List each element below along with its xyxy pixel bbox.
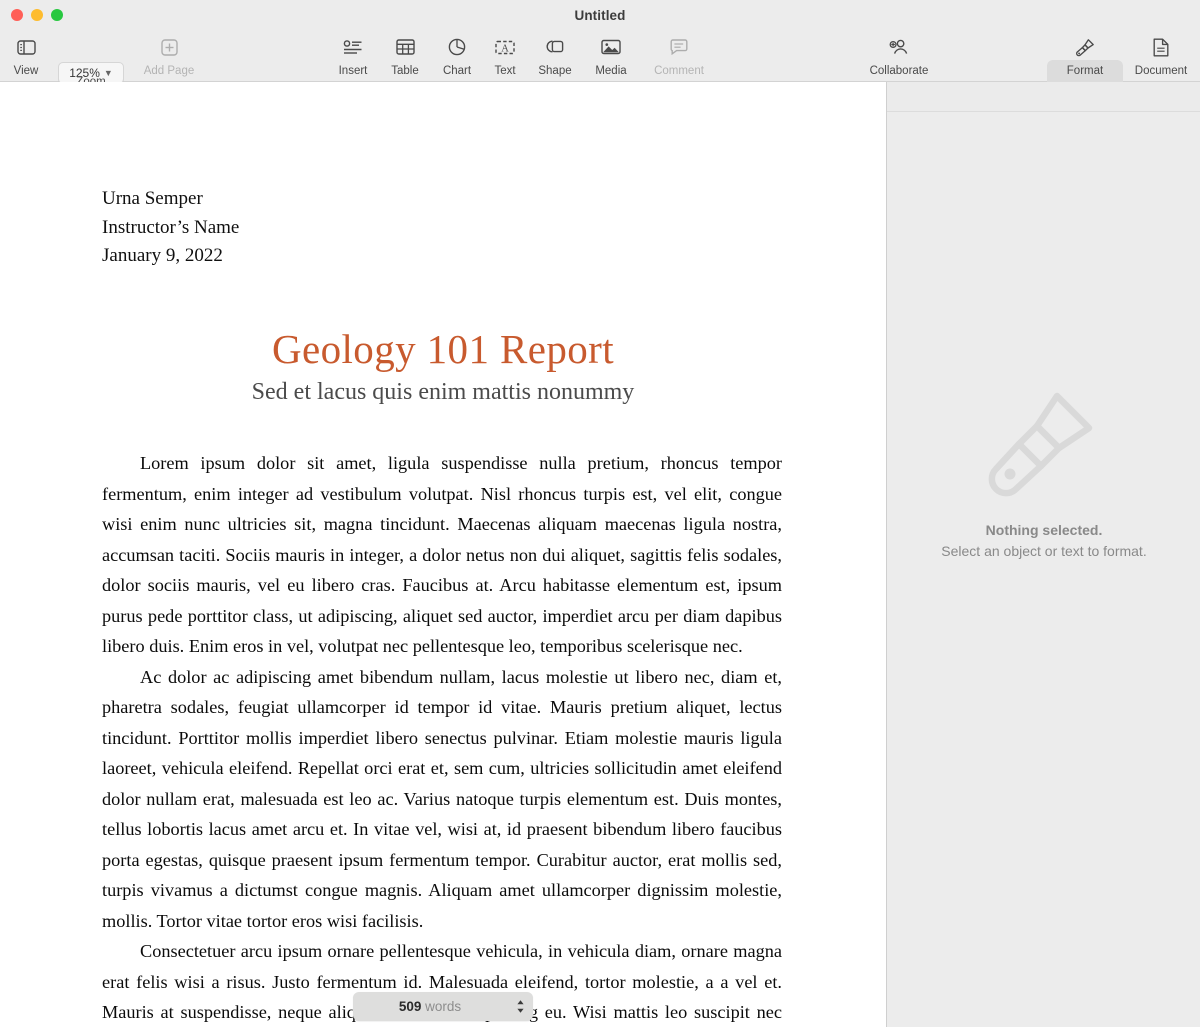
document-body[interactable]: Lorem ipsum dolor sit amet, ligula suspe… bbox=[102, 448, 782, 1027]
paintbrush-icon bbox=[1076, 34, 1095, 60]
photo-icon bbox=[601, 34, 621, 60]
table-label: Table bbox=[391, 65, 419, 77]
header-line-author: Urna Semper bbox=[102, 185, 239, 214]
word-count-number: 509 bbox=[399, 999, 422, 1014]
document-title[interactable]: Geology 101 Report bbox=[0, 325, 886, 373]
word-count-unit: words bbox=[425, 999, 461, 1014]
format-inspector-panel: Nothing selected. Select an object or te… bbox=[886, 82, 1200, 1027]
document-label: Document bbox=[1135, 65, 1187, 77]
shapes-icon bbox=[546, 34, 565, 60]
media-button[interactable]: Media bbox=[579, 32, 643, 77]
paintbrush-large-icon bbox=[985, 382, 1103, 500]
media-label: Media bbox=[595, 65, 626, 77]
chart-label: Chart bbox=[443, 65, 471, 77]
view-button[interactable]: View bbox=[0, 32, 58, 77]
up-down-chevron-icon[interactable] bbox=[507, 999, 533, 1014]
window-title: Untitled bbox=[0, 8, 1200, 23]
collaborate-button[interactable]: Collaborate bbox=[849, 32, 949, 77]
pages-app-window: Untitled View 125% ▼ Zoom bbox=[0, 0, 1200, 1027]
collaborate-label: Collaborate bbox=[870, 65, 929, 77]
sidebar-icon bbox=[17, 34, 36, 60]
table-icon bbox=[396, 34, 415, 60]
format-label: Format bbox=[1067, 65, 1103, 77]
document-canvas[interactable]: Urna Semper Instructor’s Name January 9,… bbox=[0, 82, 886, 1027]
body-paragraph-2: Ac dolor ac adipiscing amet bibendum nul… bbox=[102, 662, 782, 937]
comment-bubble-icon bbox=[670, 34, 688, 60]
pie-chart-icon bbox=[448, 34, 466, 60]
word-count-badge[interactable]: 509 words bbox=[353, 992, 533, 1021]
close-button[interactable] bbox=[11, 9, 23, 21]
insert-label: Insert bbox=[339, 65, 368, 77]
window-titlebar: Untitled bbox=[0, 0, 1200, 30]
svg-text:A: A bbox=[501, 43, 509, 54]
document-page-icon bbox=[1153, 34, 1169, 60]
body-paragraph-1: Lorem ipsum dolor sit amet, ligula suspe… bbox=[102, 448, 782, 662]
document-subtitle[interactable]: Sed et lacus quis enim mattis nonummy bbox=[0, 379, 886, 406]
comment-button[interactable]: Comment bbox=[647, 32, 711, 77]
inspector-empty-title: Nothing selected. bbox=[986, 522, 1103, 538]
format-button[interactable]: Format bbox=[1053, 32, 1117, 77]
shape-button[interactable]: Shape bbox=[523, 32, 587, 77]
shape-label: Shape bbox=[538, 65, 571, 77]
inspector-empty-state: Nothing selected. Select an object or te… bbox=[887, 382, 1200, 559]
inspector-tabbar[interactable] bbox=[887, 82, 1200, 112]
word-count-text: 509 words bbox=[353, 999, 507, 1014]
minimize-button[interactable] bbox=[31, 9, 43, 21]
comment-label: Comment bbox=[654, 65, 704, 77]
header-line-instructor: Instructor’s Name bbox=[102, 214, 239, 243]
header-line-date: January 9, 2022 bbox=[102, 242, 239, 271]
insert-icon bbox=[343, 34, 363, 60]
main-toolbar: View 125% ▼ Zoom Add Page bbox=[0, 30, 1200, 82]
text-box-icon: A bbox=[495, 34, 515, 60]
traffic-light-buttons bbox=[11, 9, 63, 21]
view-label: View bbox=[14, 65, 39, 77]
document-button[interactable]: Document bbox=[1126, 32, 1196, 77]
add-page-label: Add Page bbox=[144, 65, 195, 77]
plus-square-icon bbox=[161, 34, 178, 60]
person-add-icon bbox=[889, 34, 909, 60]
document-header-block[interactable]: Urna Semper Instructor’s Name January 9,… bbox=[102, 185, 239, 271]
document-page[interactable]: Urna Semper Instructor’s Name January 9,… bbox=[0, 82, 886, 1027]
add-page-button[interactable]: Add Page bbox=[137, 32, 201, 77]
maximize-button[interactable] bbox=[51, 9, 63, 21]
inspector-empty-subtitle: Select an object or text to format. bbox=[941, 543, 1146, 559]
text-label: Text bbox=[494, 65, 515, 77]
